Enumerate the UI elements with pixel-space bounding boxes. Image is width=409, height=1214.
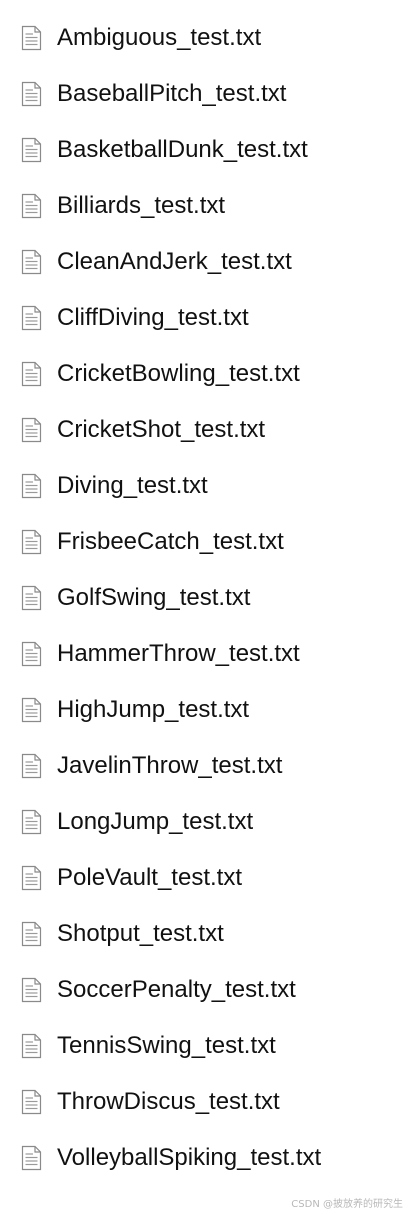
text-file-icon <box>21 361 42 387</box>
text-file-icon <box>21 137 42 163</box>
text-file-icon <box>21 1145 42 1171</box>
file-name: SoccerPenalty_test.txt <box>57 976 296 1003</box>
file-name: CricketBowling_test.txt <box>57 360 300 387</box>
file-name: TennisSwing_test.txt <box>57 1032 276 1059</box>
text-file-icon <box>21 1089 42 1115</box>
text-file-icon <box>21 529 42 555</box>
file-item[interactable]: CliffDiving_test.txt <box>0 290 409 346</box>
file-item[interactable]: TennisSwing_test.txt <box>0 1018 409 1074</box>
text-file-icon <box>21 921 42 947</box>
file-item[interactable]: Diving_test.txt <box>0 458 409 514</box>
file-item[interactable]: Shotput_test.txt <box>0 906 409 962</box>
file-item[interactable]: BasketballDunk_test.txt <box>0 122 409 178</box>
file-name: HighJump_test.txt <box>57 696 250 723</box>
file-name: HammerThrow_test.txt <box>57 640 300 667</box>
file-name: BaseballPitch_test.txt <box>57 80 287 107</box>
file-item[interactable]: Billiards_test.txt <box>0 178 409 234</box>
file-name: Billiards_test.txt <box>57 192 226 219</box>
file-item[interactable]: PoleVault_test.txt <box>0 850 409 906</box>
text-file-icon <box>21 417 42 443</box>
text-file-icon <box>21 249 42 275</box>
text-file-icon <box>21 977 42 1003</box>
file-name: PoleVault_test.txt <box>57 864 242 891</box>
file-name: CliffDiving_test.txt <box>57 304 249 331</box>
text-file-icon <box>21 585 42 611</box>
file-name: LongJump_test.txt <box>57 808 254 835</box>
file-name: Ambiguous_test.txt <box>57 24 262 51</box>
file-item[interactable]: HighJump_test.txt <box>0 682 409 738</box>
text-file-icon <box>21 1033 42 1059</box>
watermark: CSDN @披放养的研究生 <box>291 1199 403 1210</box>
text-file-icon <box>21 753 42 779</box>
file-item[interactable]: VolleyballSpiking_test.txt <box>0 1130 409 1186</box>
file-list: Ambiguous_test.txt BaseballPitch_test.tx… <box>0 10 409 1186</box>
file-name: CricketShot_test.txt <box>57 416 266 443</box>
file-item[interactable]: CricketShot_test.txt <box>0 402 409 458</box>
text-file-icon <box>21 25 42 51</box>
file-name: Diving_test.txt <box>57 472 208 499</box>
file-item[interactable]: ThrowDiscus_test.txt <box>0 1074 409 1130</box>
text-file-icon <box>21 865 42 891</box>
text-file-icon <box>21 193 42 219</box>
file-item[interactable]: Ambiguous_test.txt <box>0 10 409 66</box>
file-name: GolfSwing_test.txt <box>57 584 251 611</box>
text-file-icon <box>21 641 42 667</box>
file-item[interactable]: GolfSwing_test.txt <box>0 570 409 626</box>
file-name: FrisbeeCatch_test.txt <box>57 528 284 555</box>
file-name: CleanAndJerk_test.txt <box>57 248 292 275</box>
file-item[interactable]: CricketBowling_test.txt <box>0 346 409 402</box>
text-file-icon <box>21 81 42 107</box>
file-item[interactable]: JavelinThrow_test.txt <box>0 738 409 794</box>
text-file-icon <box>21 697 42 723</box>
file-name: VolleyballSpiking_test.txt <box>57 1144 322 1171</box>
text-file-icon <box>21 809 42 835</box>
text-file-icon <box>21 305 42 331</box>
file-item[interactable]: HammerThrow_test.txt <box>0 626 409 682</box>
file-item[interactable]: FrisbeeCatch_test.txt <box>0 514 409 570</box>
file-name: Shotput_test.txt <box>57 920 224 947</box>
file-name: JavelinThrow_test.txt <box>57 752 283 779</box>
text-file-icon <box>21 473 42 499</box>
file-name: ThrowDiscus_test.txt <box>57 1088 280 1115</box>
file-item[interactable]: BaseballPitch_test.txt <box>0 66 409 122</box>
file-item[interactable]: CleanAndJerk_test.txt <box>0 234 409 290</box>
file-item[interactable]: SoccerPenalty_test.txt <box>0 962 409 1018</box>
file-name: BasketballDunk_test.txt <box>57 136 308 163</box>
file-item[interactable]: LongJump_test.txt <box>0 794 409 850</box>
